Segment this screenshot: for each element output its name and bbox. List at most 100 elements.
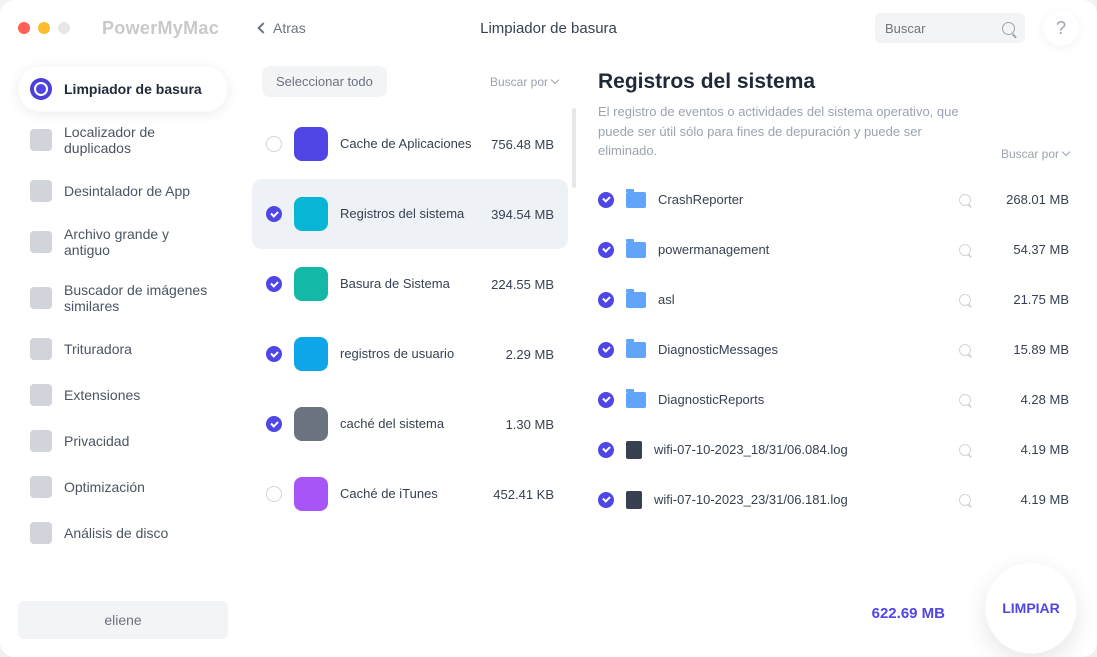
- item-name: DiagnosticReports: [658, 392, 947, 407]
- user-bar[interactable]: eliene: [18, 601, 228, 639]
- sidebar-item[interactable]: Archivo grande y antiguo: [18, 214, 228, 270]
- reveal-icon[interactable]: [959, 444, 971, 456]
- clean-button[interactable]: LIMPIAR: [985, 562, 1077, 654]
- list-item[interactable]: wifi-07-10-2023_23/31/06.181.log4.19 MB: [598, 479, 1069, 521]
- folder-icon: [626, 242, 646, 258]
- sort-by-button[interactable]: Buscar por: [490, 75, 558, 89]
- tool-icon: [30, 78, 52, 100]
- category-size: 452.41 KB: [493, 487, 554, 502]
- close-window-button[interactable]: [18, 22, 30, 34]
- item-list: CrashReporter 268.01 MB powermanagement54.…: [598, 179, 1069, 521]
- category-name: Caché de iTunes: [340, 486, 481, 503]
- tool-icon: [30, 384, 52, 406]
- category-size: 1.30 MB: [506, 417, 554, 432]
- detail-desc-row: El registro de eventos o actividades del…: [598, 102, 1069, 161]
- tool-icon: [30, 129, 52, 151]
- reveal-icon[interactable]: [959, 294, 971, 306]
- checkbox[interactable]: [598, 292, 614, 308]
- select-all-button[interactable]: Seleccionar todo: [262, 66, 387, 97]
- folder-icon: [626, 342, 646, 358]
- tool-icon: [30, 430, 52, 452]
- sidebar-item-label: Buscador de imágenes similares: [64, 282, 216, 314]
- chevron-down-icon: [1062, 148, 1070, 156]
- sidebar-item[interactable]: Análisis de disco: [18, 510, 228, 556]
- checkbox[interactable]: [266, 276, 282, 292]
- reveal-icon[interactable]: [959, 394, 971, 406]
- list-item[interactable]: DiagnosticMessages15.89 MB: [598, 329, 1069, 371]
- checkbox[interactable]: [266, 346, 282, 362]
- category-icon: [294, 127, 328, 161]
- checkbox[interactable]: [598, 492, 614, 508]
- category-icon: [294, 197, 328, 231]
- list-item[interactable]: DiagnosticReports4.28 MB: [598, 379, 1069, 421]
- sidebar-item[interactable]: Buscador de imágenes similares: [18, 270, 228, 326]
- category-name: caché del sistema: [340, 416, 494, 433]
- sidebar-item[interactable]: Trituradora: [18, 326, 228, 372]
- checkbox[interactable]: [598, 342, 614, 358]
- search-input[interactable]: [885, 21, 1002, 36]
- checkbox[interactable]: [598, 242, 614, 258]
- item-name: CrashReporter: [658, 192, 947, 207]
- search-input-wrapper[interactable]: [875, 13, 1025, 43]
- list-item[interactable]: CrashReporter 268.01 MB: [598, 179, 1069, 221]
- maximize-window-button[interactable]: [58, 22, 70, 34]
- reveal-icon[interactable]: [959, 344, 971, 356]
- back-button[interactable]: Atras: [259, 20, 306, 36]
- category-column: Seleccionar todo Buscar por Cache de Apl…: [240, 56, 580, 657]
- reveal-icon[interactable]: [959, 244, 971, 256]
- sidebar-item-label: Privacidad: [64, 433, 129, 449]
- list-item[interactable]: powermanagement54.37 MB: [598, 229, 1069, 271]
- tool-icon: [30, 338, 52, 360]
- sidebar-item[interactable]: Optimización: [18, 464, 228, 510]
- category-name: Registros del sistema: [340, 206, 479, 223]
- category-icon: [294, 407, 328, 441]
- checkbox[interactable]: [266, 206, 282, 222]
- category-row[interactable]: Basura de Sistema224.55 MB: [252, 249, 568, 319]
- minimize-window-button[interactable]: [38, 22, 50, 34]
- sidebar-item-label: Trituradora: [64, 341, 132, 357]
- item-size: 54.37 MB: [989, 242, 1069, 257]
- reveal-icon[interactable]: [959, 194, 971, 206]
- item-size: 21.75 MB: [989, 292, 1069, 307]
- file-icon: [626, 491, 642, 509]
- scrollbar[interactable]: [572, 108, 576, 188]
- detail-sort-by-button[interactable]: Buscar por: [1001, 147, 1069, 161]
- chevron-down-icon: [551, 76, 559, 84]
- category-row[interactable]: Registros del sistema394.54 MB: [252, 179, 568, 249]
- body: Limpiador de basura Localizador de duplic…: [0, 56, 1097, 657]
- category-row[interactable]: Caché de iTunes 452.41 KB: [252, 459, 568, 529]
- item-name: wifi-07-10-2023_23/31/06.181.log: [654, 492, 947, 507]
- sidebar-item-label: Extensiones: [64, 387, 140, 403]
- item-size: 268.01 MB: [989, 192, 1069, 207]
- tool-icon: [30, 231, 52, 253]
- sidebar-item[interactable]: Localizador de duplicados: [18, 112, 228, 168]
- category-row[interactable]: registros de usuario2.29 MB: [252, 319, 568, 389]
- checkbox[interactable]: [598, 192, 614, 208]
- help-button[interactable]: ?: [1043, 10, 1079, 46]
- category-row[interactable]: Cache de Aplicaciones756.48 MB: [252, 109, 568, 179]
- back-label: Atras: [273, 20, 306, 36]
- sidebar-item-label: Limpiador de basura: [64, 81, 202, 97]
- folder-icon: [626, 292, 646, 308]
- checkbox[interactable]: [266, 136, 282, 152]
- category-row[interactable]: caché del sistema 1.30 MB: [252, 389, 568, 459]
- item-name: wifi-07-10-2023_18/31/06.084.log: [654, 442, 947, 457]
- tool-icon: [30, 180, 52, 202]
- footer: 622.69 MB LIMPIAR: [600, 569, 1097, 657]
- checkbox[interactable]: [598, 392, 614, 408]
- checkbox[interactable]: [266, 486, 282, 502]
- detail-description: El registro de eventos o actividades del…: [598, 102, 981, 161]
- sidebar-item[interactable]: Privacidad: [18, 418, 228, 464]
- list-item[interactable]: asl 21.75 MB: [598, 279, 1069, 321]
- app-window: PowerMyMac Atras Limpiador de basura ? L…: [0, 0, 1097, 657]
- list-item[interactable]: wifi-07-10-2023_18/31/06.084.log 4.19 MB: [598, 429, 1069, 471]
- sidebar-item[interactable]: Limpiador de basura: [18, 66, 228, 112]
- sidebar-item[interactable]: Desintalador de App: [18, 168, 228, 214]
- sidebar-item[interactable]: Extensiones: [18, 372, 228, 418]
- item-name: asl: [658, 292, 947, 307]
- checkbox[interactable]: [266, 416, 282, 432]
- item-size: 4.19 MB: [989, 442, 1069, 457]
- checkbox[interactable]: [598, 442, 614, 458]
- reveal-icon[interactable]: [959, 494, 971, 506]
- category-name: Cache de Aplicaciones: [340, 136, 479, 153]
